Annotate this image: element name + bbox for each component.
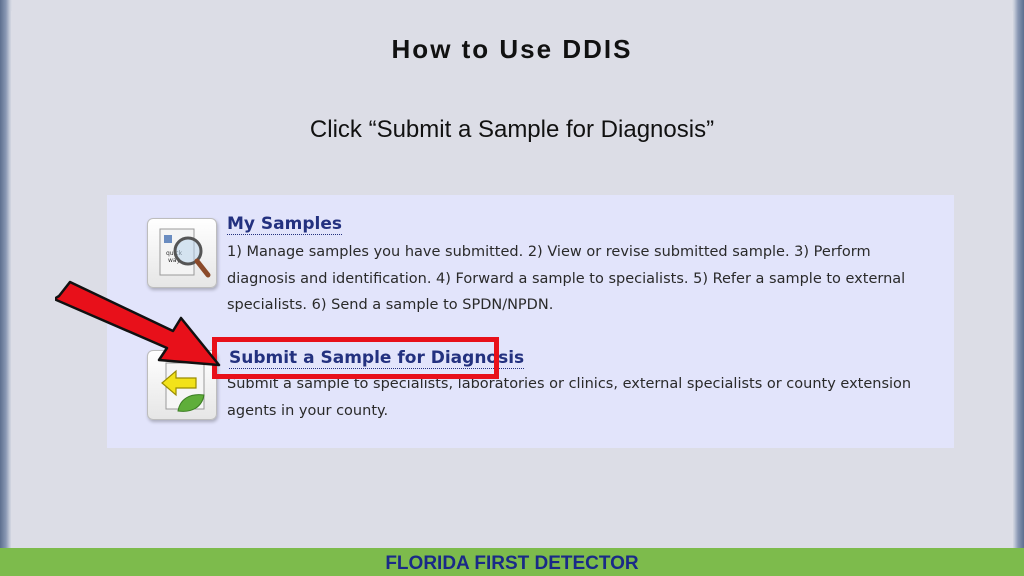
- slide-subtitle: Click “Submit a Sample for Diagnosis”: [309, 116, 715, 143]
- footer-text: FLORIDA FIRST DETECTOR: [385, 553, 639, 574]
- slide-title: How to Use DDIS: [391, 34, 633, 64]
- magnifier-document-icon: quick way: [159, 228, 211, 278]
- my-samples-description: 1) Manage samples you have submitted. 2)…: [227, 244, 906, 313]
- submit-sample-description: Submit a sample to specialists, laborato…: [227, 376, 912, 419]
- red-arrow-icon: [55, 280, 221, 367]
- submit-sample-link[interactable]: Submit a Sample for Diagnosis: [229, 348, 525, 369]
- my-samples-link[interactable]: My Samples: [227, 214, 342, 235]
